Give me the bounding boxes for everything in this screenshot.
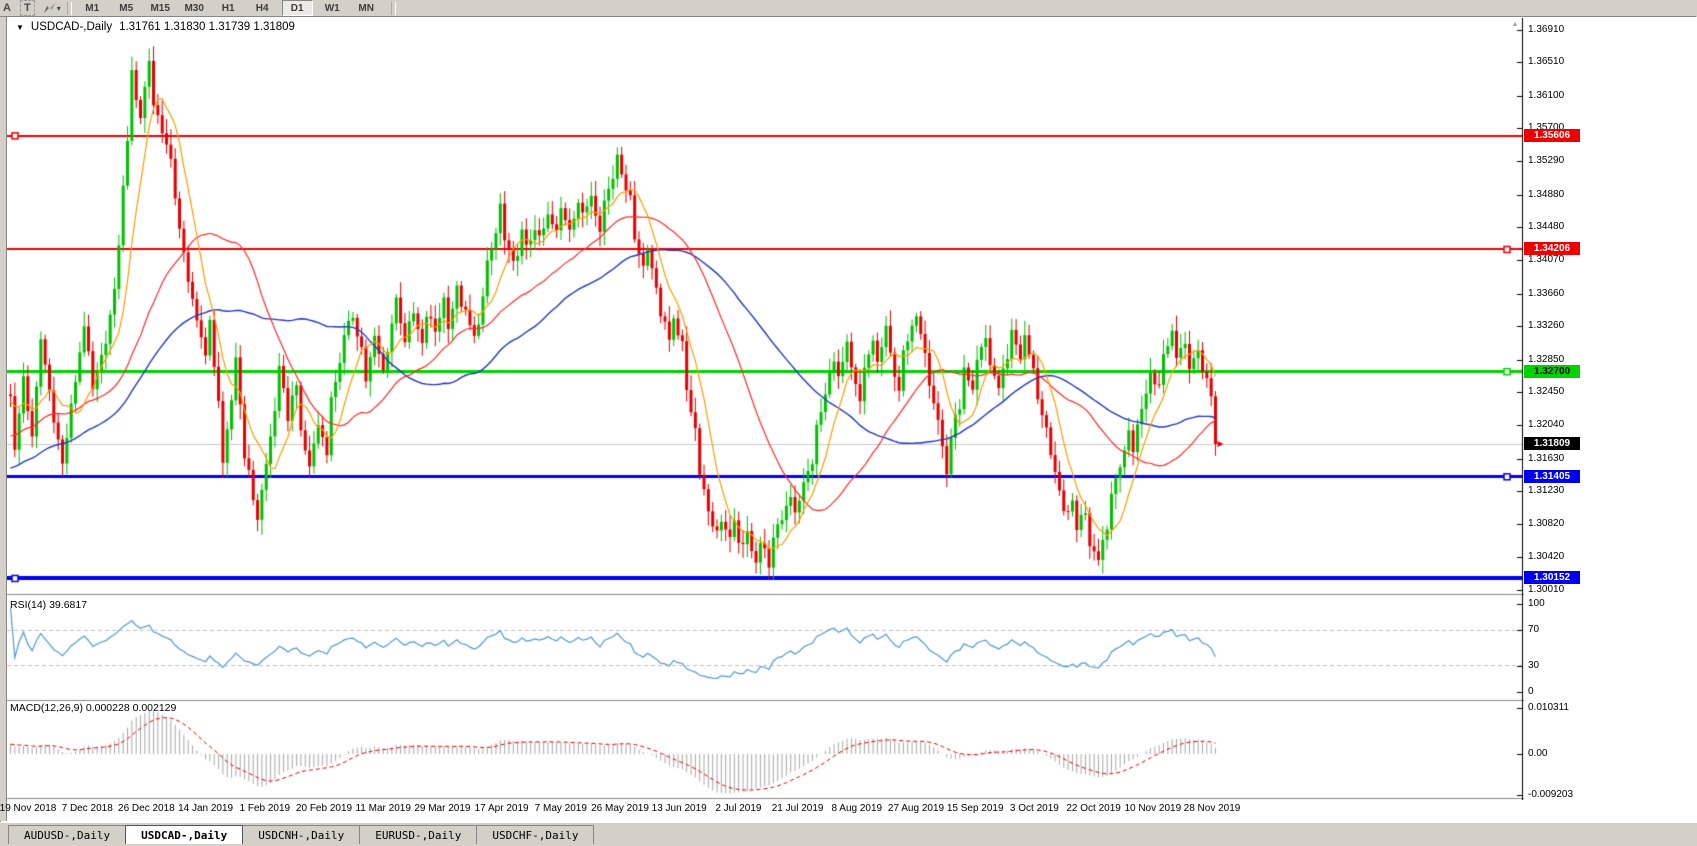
price-level-badge: 1.35606	[1524, 129, 1580, 142]
price-axis-label: 1.33660	[1528, 288, 1564, 299]
price-axis-label: 1.35290	[1528, 155, 1564, 166]
date-axis-label: 3 Oct 2019	[1010, 803, 1059, 814]
date-axis-label: 28 Nov 2019	[1184, 803, 1241, 814]
colors-icon	[43, 2, 56, 14]
price-axis-label: 1.32850	[1528, 354, 1564, 365]
date-axis-label: 26 May 2019	[591, 803, 649, 814]
macd-indicator-label: MACD(12,26,9) 0.000228 0.002129	[10, 702, 176, 714]
price-axis-label: 1.33260	[1528, 320, 1564, 331]
timeframe-button-d1[interactable]: D1	[282, 0, 313, 16]
collapse-triangle-icon[interactable]: ▼	[16, 23, 24, 32]
text-tool-icon[interactable]: T	[20, 0, 35, 16]
application-window: A T ▾ M1 M5 M15 M30 H1 H4 D1 W1 MN ▼ USDCAD-,Dai…	[0, 0, 1697, 846]
price-axis-label: 1.34480	[1528, 221, 1564, 232]
chart-tab-eurusd[interactable]: EURUSD-,Daily	[359, 825, 477, 844]
arrow-tool-icon[interactable]: A	[0, 1, 14, 15]
date-axis-label: 27 Aug 2019	[888, 803, 944, 814]
date-axis-label: 19 Nov 2018	[0, 803, 56, 814]
date-axis-label: 22 Oct 2019	[1066, 803, 1120, 814]
chart-symbol-label: USDCAD-,Daily	[31, 21, 112, 33]
chart-title: ▼ USDCAD-,Daily 1.31761 1.31830 1.31739 …	[16, 21, 295, 33]
window-resize-edge[interactable]	[0, 17, 7, 821]
chart-tab-bar: AUDUSD-,DailyUSDCAD-,DailyUSDCNH-,DailyE…	[0, 822, 1697, 846]
chart-ohlc-values: 1.31761 1.31830 1.31739 1.31809	[119, 21, 295, 33]
price-axis-label: 1.30820	[1528, 518, 1564, 529]
price-chart-canvas[interactable]	[7, 18, 1524, 800]
macd-axis-label: 0.00	[1528, 748, 1547, 759]
price-axis-label: 1.31630	[1528, 453, 1564, 464]
price-axis-label: 1.34880	[1528, 189, 1564, 200]
macd-axis-label: 0.010311	[1528, 702, 1569, 713]
price-axis-label: 1.36910	[1528, 24, 1564, 35]
price-level-badge: 1.34206	[1524, 242, 1580, 255]
date-axis-label: 11 Mar 2019	[355, 803, 410, 814]
price-axis-label: 1.32040	[1528, 419, 1564, 430]
date-axis-label: 17 Apr 2019	[475, 803, 529, 814]
date-axis-label: 10 Nov 2019	[1124, 803, 1181, 814]
rsi-axis-label: 70	[1528, 624, 1539, 635]
date-axis-label: 7 May 2019	[535, 803, 587, 814]
date-axis-label: 8 Aug 2019	[831, 803, 882, 814]
timeframe-button-group: M1 M5 M15 M30 H1 H4 D1 W1 MN	[78, 0, 381, 16]
chart-tab-usdchf[interactable]: USDCHF-,Daily	[476, 825, 594, 844]
scroll-indicator-icon[interactable]: ▴	[1513, 19, 1517, 28]
toolbar: A T ▾ M1 M5 M15 M30 H1 H4 D1 W1 MN	[0, 0, 1697, 16]
price-axis-label: 1.36100	[1528, 90, 1564, 101]
date-axis-label: 21 Jul 2019	[772, 803, 824, 814]
timeframe-button-h4[interactable]: H4	[248, 1, 277, 15]
colors-tool-button[interactable]: ▾	[43, 2, 61, 14]
timeframe-button-h1[interactable]: H1	[214, 1, 243, 15]
timeframe-button-m5[interactable]: M5	[112, 1, 141, 15]
price-axis-label: 1.31230	[1528, 485, 1564, 496]
date-axis-label: 1 Feb 2019	[239, 803, 290, 814]
rsi-axis-label: 30	[1528, 660, 1539, 671]
chevron-down-icon: ▾	[57, 4, 61, 13]
rsi-axis-label: 100	[1528, 598, 1545, 609]
timeframe-button-m15[interactable]: M15	[146, 1, 175, 15]
price-level-badge: 1.30152	[1524, 571, 1580, 584]
timeframe-button-m30[interactable]: M30	[180, 1, 209, 15]
date-axis-label: 14 Jan 2019	[178, 803, 233, 814]
rsi-indicator-label: RSI(14) 39.6817	[10, 599, 87, 611]
timeframe-button-w1[interactable]: W1	[318, 1, 347, 15]
price-level-badge: 1.31809	[1524, 437, 1580, 450]
date-axis-label: 26 Dec 2018	[118, 803, 175, 814]
rsi-axis-label: 0	[1528, 686, 1534, 697]
date-axis-label: 29 Mar 2019	[414, 803, 470, 814]
chart-tab-audusd[interactable]: AUDUSD-,Daily	[8, 825, 126, 844]
date-axis-label: 20 Feb 2019	[296, 803, 352, 814]
date-axis-label: 2 Jul 2019	[715, 803, 761, 814]
chart-tab-usdcad[interactable]: USDCAD-,Daily	[125, 825, 243, 844]
price-axis-label: 1.30420	[1528, 551, 1564, 562]
toolbar-separator	[391, 2, 396, 15]
price-level-badge: 1.32700	[1524, 365, 1580, 378]
date-axis-label: 15 Sep 2019	[947, 803, 1004, 814]
price-axis-label: 1.30010	[1528, 584, 1564, 595]
timeframe-button-mn[interactable]: MN	[352, 1, 381, 15]
toolbar-separator	[67, 2, 72, 15]
date-axis-label: 13 Jun 2019	[652, 803, 707, 814]
date-axis-label: 7 Dec 2018	[62, 803, 113, 814]
chart-tab-usdcnh[interactable]: USDCNH-,Daily	[242, 825, 360, 844]
macd-axis-label: -0.009203	[1528, 789, 1573, 800]
price-axis-label: 1.32450	[1528, 386, 1564, 397]
price-level-badge: 1.31405	[1524, 470, 1580, 483]
price-axis-label: 1.36510	[1528, 56, 1564, 67]
timeframe-button-m1[interactable]: M1	[78, 1, 107, 15]
price-axis-label: 1.34070	[1528, 254, 1564, 265]
